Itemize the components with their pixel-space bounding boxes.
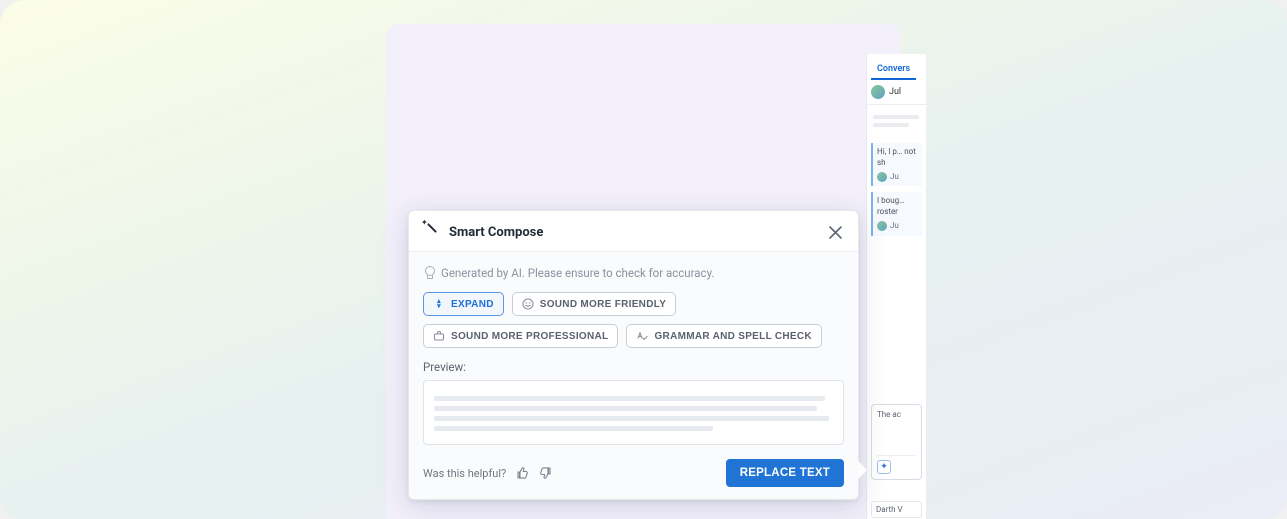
- message-from: Ju: [890, 172, 899, 183]
- chip-expand[interactable]: ▴▾ EXPAND: [423, 292, 504, 316]
- gradient-stage: Convers Jul Hi, I p… not sh Ju I boug… r…: [0, 0, 1287, 519]
- popover-title: Smart Compose: [449, 225, 543, 240]
- smart-compose-popover: Smart Compose Generated by AI. Please en…: [408, 210, 859, 500]
- conversation-user-row[interactable]: Jul: [867, 80, 926, 105]
- popover-footer: Was this helpful? REPLACE TEXT: [423, 459, 844, 487]
- popover-header: Smart Compose: [409, 211, 858, 252]
- conversation-message[interactable]: I boug… roster Ju: [871, 192, 922, 235]
- avatar: [871, 85, 885, 99]
- preview-label: Preview:: [423, 360, 844, 374]
- chip-label: EXPAND: [451, 299, 494, 310]
- conversation-message[interactable]: Hi, I p… not sh Ju: [871, 143, 922, 186]
- ai-compose-icon[interactable]: ✦: [877, 460, 891, 474]
- chip-label: SOUND MORE FRIENDLY: [540, 299, 666, 310]
- thumbs-down-icon: [539, 466, 553, 480]
- reply-input[interactable]: The ac ✦: [871, 404, 922, 480]
- reply-input-text: The ac: [877, 410, 901, 419]
- lightbulb-icon: [423, 266, 435, 280]
- close-icon: [829, 226, 842, 239]
- thumbs-up-icon: [515, 466, 529, 480]
- tone-chips: ▴▾ EXPAND SOUND MORE FRIENDLY: [423, 292, 844, 348]
- chip-label: GRAMMAR AND SPELL CHECK: [654, 331, 811, 342]
- message-text: I boug… roster: [877, 196, 918, 218]
- tab-conversation[interactable]: Convers: [871, 58, 916, 80]
- user-footer-chip[interactable]: Darth V: [871, 501, 922, 518]
- avatar: [877, 172, 887, 182]
- helpful-prompt: Was this helpful?: [423, 465, 554, 481]
- wand-icon: [423, 224, 439, 240]
- message-from: Ju: [890, 221, 899, 232]
- ai-info-text: Generated by AI. Please ensure to check …: [441, 266, 714, 280]
- conversation-skeleton: [867, 105, 926, 137]
- chip-friendly[interactable]: SOUND MORE FRIENDLY: [512, 292, 676, 316]
- skeleton-line: [434, 396, 825, 401]
- app-window: Convers Jul Hi, I p… not sh Ju I boug… r…: [386, 24, 900, 519]
- message-text: Hi, I p… not sh: [877, 147, 918, 169]
- skeleton-line: [434, 426, 713, 431]
- expand-icon: ▴▾: [433, 298, 445, 310]
- thumbs-up-button[interactable]: [514, 465, 530, 481]
- spellcheck-icon: [636, 330, 648, 342]
- popover-body: Generated by AI. Please ensure to check …: [409, 252, 858, 499]
- chip-professional[interactable]: SOUND MORE PROFESSIONAL: [423, 324, 618, 348]
- preview-box: [423, 380, 844, 445]
- conversation-panel: Convers Jul Hi, I p… not sh Ju I boug… r…: [866, 54, 926, 519]
- chip-grammar[interactable]: GRAMMAR AND SPELL CHECK: [626, 324, 821, 348]
- smile-icon: [522, 298, 534, 310]
- replace-text-button[interactable]: REPLACE TEXT: [726, 459, 844, 487]
- helpful-text: Was this helpful?: [423, 467, 506, 480]
- chip-label: SOUND MORE PROFESSIONAL: [451, 331, 608, 342]
- skeleton-line: [434, 416, 829, 421]
- thumbs-down-button[interactable]: [538, 465, 554, 481]
- ai-info: Generated by AI. Please ensure to check …: [423, 266, 844, 280]
- avatar: [877, 221, 887, 231]
- conversation-user-name: Jul: [889, 87, 901, 97]
- briefcase-icon: [433, 330, 445, 342]
- skeleton-line: [434, 406, 817, 411]
- close-button[interactable]: [826, 223, 844, 241]
- user-footer-name: Darth V: [876, 505, 903, 514]
